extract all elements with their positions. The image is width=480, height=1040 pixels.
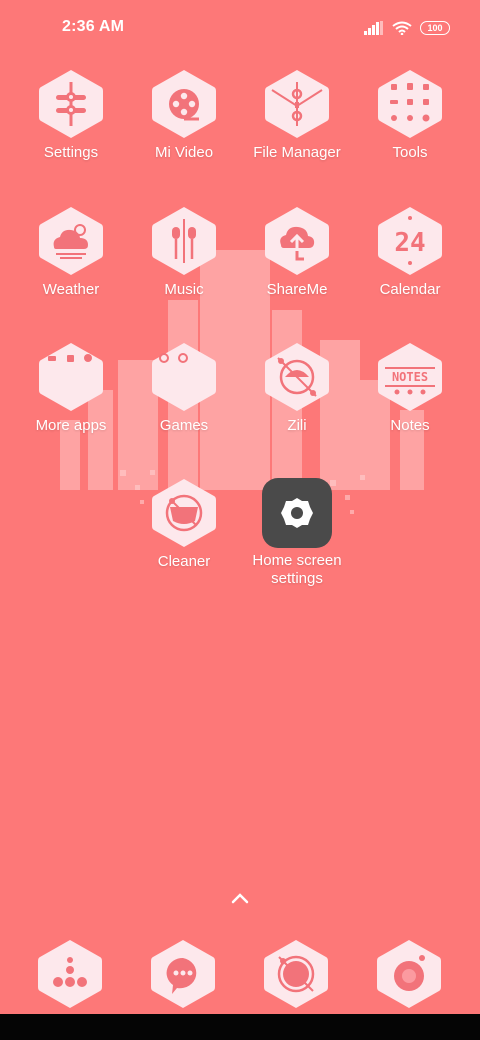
wifi-icon <box>392 21 412 35</box>
app-settings[interactable]: Settings <box>16 68 126 162</box>
calendar-icon: 24 <box>377 205 443 277</box>
more-apps-folder-icon <box>38 341 104 413</box>
app-label-line1: Home screen <box>252 552 342 569</box>
messaging-icon <box>151 940 215 1008</box>
notes-text: NOTES <box>392 370 428 384</box>
app-file-manager[interactable]: File Manager <box>242 68 352 162</box>
zili-icon <box>264 341 330 413</box>
app-cleaner[interactable]: Cleaner <box>129 477 239 571</box>
app-label: Music <box>164 281 204 298</box>
signal-icon <box>364 21 383 35</box>
battery-icon: 100 <box>420 21 450 35</box>
camera-icon <box>377 940 441 1008</box>
status-time: 2:36 AM <box>62 18 125 35</box>
app-label: Games <box>159 417 209 434</box>
dock-phone[interactable] <box>37 938 103 1010</box>
file-manager-icon <box>264 68 330 140</box>
share-cloud-icon <box>264 205 330 277</box>
app-label: File Manager <box>253 144 341 161</box>
weather-icon <box>38 205 104 277</box>
app-drawer-arrow-icon[interactable] <box>226 888 254 908</box>
app-music[interactable]: Music <box>129 205 239 299</box>
app-home-screen-settings[interactable]: Home screen settings <box>242 478 352 588</box>
film-reel-icon <box>151 68 217 140</box>
games-folder-icon <box>151 341 217 413</box>
app-games[interactable]: Games <box>129 341 239 435</box>
app-label: Calendar <box>379 281 441 298</box>
app-weather[interactable]: Weather <box>16 205 126 299</box>
earphones-icon <box>151 205 217 277</box>
app-notes[interactable]: NOTES Notes <box>355 341 465 435</box>
tools-folder-icon <box>377 68 443 140</box>
app-label: More apps <box>35 417 107 434</box>
dock-camera[interactable] <box>376 938 442 1010</box>
app-mi-video[interactable]: Mi Video <box>129 68 239 162</box>
browser-icon <box>264 940 328 1008</box>
app-label: Cleaner <box>157 553 211 570</box>
app-calendar[interactable]: 24 Calendar <box>355 205 465 299</box>
calendar-date: 24 <box>394 228 425 258</box>
app-label: Notes <box>390 417 430 434</box>
app-label: Tools <box>392 144 428 161</box>
phone-icon <box>38 940 102 1008</box>
app-shareme[interactable]: ShareMe <box>242 205 352 299</box>
home-settings-gear-icon <box>262 478 332 548</box>
app-label: Settings <box>43 144 99 161</box>
system-navigation-bar <box>0 1014 480 1040</box>
app-label: Home screen settings <box>252 552 341 588</box>
settings-icon <box>38 68 104 140</box>
app-label: Mi Video <box>154 144 214 161</box>
app-label-line2: settings <box>271 570 323 587</box>
cleaner-icon <box>151 477 217 549</box>
app-label: Zili <box>287 417 307 434</box>
app-more-apps[interactable]: More apps <box>16 341 126 435</box>
status-bar: 2:36 AM 100 <box>0 0 480 56</box>
app-label: Weather <box>42 281 100 298</box>
app-zili[interactable]: Zili <box>242 341 352 435</box>
notes-icon: NOTES <box>377 341 443 413</box>
app-tools[interactable]: Tools <box>355 68 465 162</box>
dock-browser[interactable] <box>263 938 329 1010</box>
app-label: ShareMe <box>266 281 328 298</box>
dock-messaging[interactable] <box>150 938 216 1010</box>
status-icons: 100 <box>364 18 450 38</box>
